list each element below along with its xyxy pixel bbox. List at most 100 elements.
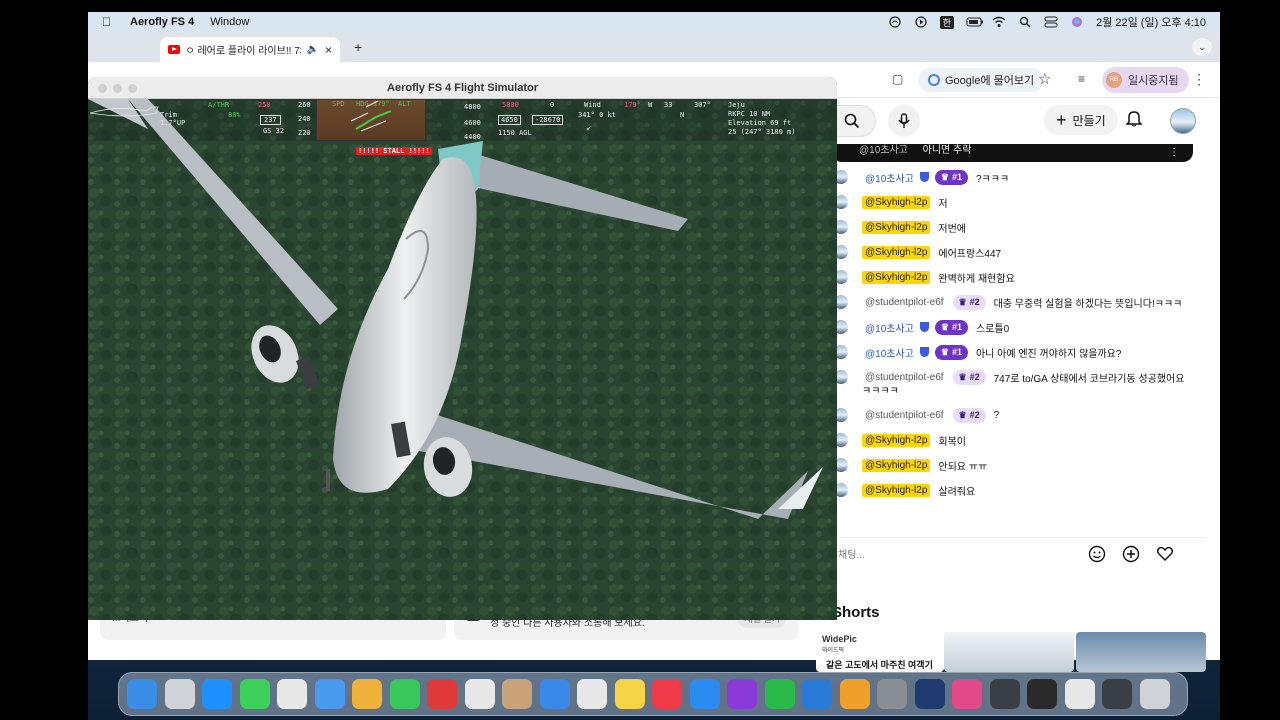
- chat-message[interactable]: @Skyhigh-l2p 완벽하게 재현함요: [832, 266, 1015, 288]
- apple-menu-icon[interactable]: : [102, 15, 122, 29]
- chat-message[interactable]: @studentpilot-e6f ♛ #2 747로 to/GA 상태에서 코브라기…: [832, 366, 1184, 397]
- create-button[interactable]: + 만들기: [1044, 105, 1118, 135]
- battery-icon[interactable]: [966, 16, 984, 28]
- install-app-icon[interactable]: ▢: [892, 72, 903, 86]
- tab-search-dropdown-icon[interactable]: ⌄: [1192, 38, 1212, 56]
- tab-title: ㅇ 레어로 플라이 라이브!! 739: [185, 46, 301, 57]
- chat-username[interactable]: @10초사고: [862, 319, 917, 336]
- alt-tape-mark: 4600: [464, 119, 481, 127]
- launchpad-icon[interactable]: [164, 679, 195, 709]
- siri-icon[interactable]: [1070, 16, 1084, 28]
- contacts-icon[interactable]: [464, 679, 495, 709]
- chat-message[interactable]: @Skyhigh-l2p 회복이: [832, 429, 966, 451]
- tab-youtube-live[interactable]: ㅇ 레어로 플라이 라이브!! 739 🔈 ×: [160, 37, 340, 62]
- maps-icon[interactable]: [502, 679, 532, 709]
- profile-paused-button[interactable]: RB 일시중지됨: [1102, 67, 1189, 93]
- chat-message[interactable]: @studentpilot-e6f ♛ #2?: [832, 404, 999, 426]
- search-icon[interactable]: [1018, 16, 1032, 28]
- zoom-window-button[interactable]: [128, 84, 137, 93]
- account-avatar[interactable]: [1170, 108, 1196, 134]
- aerofly-icon[interactable]: [877, 679, 907, 709]
- short-card[interactable]: WidePic 와이드픽 같은 고도에서 마주친 여객기: [816, 632, 944, 672]
- chat-message[interactable]: @10초사고 ♛ #1 아니 아예 엔진 꺼야하지 않을까요?: [832, 341, 1121, 363]
- chat-message[interactable]: @Skyhigh-l2p 에어프랑스447: [832, 241, 1001, 263]
- window-menu[interactable]: Window: [210, 16, 249, 28]
- chat-message[interactable]: @studentpilot-e6f ♛ #2 대충 무중력 실험을 하겠다는 뜻입니다…: [832, 291, 1182, 313]
- compass-mark: 33: [664, 101, 673, 109]
- new-tab-button[interactable]: +: [354, 39, 362, 55]
- chat-message[interactable]: @Skyhigh-l2p 살려줘요: [832, 479, 975, 501]
- chat-username[interactable]: @studentpilot-e6f: [862, 296, 947, 309]
- calendar-icon[interactable]: [427, 679, 457, 709]
- screenshot-icon[interactable]: [1102, 679, 1132, 709]
- obs-icon[interactable]: [989, 679, 1020, 709]
- bookmark-star-icon[interactable]: ☆: [1038, 70, 1051, 88]
- chat-message[interactable]: @Skyhigh-l2p 안되요 ㅠㅠ: [832, 454, 987, 476]
- aerofly-titlebar[interactable]: Aerofly FS 4 Flight Simulator: [88, 77, 837, 99]
- podcasts-icon[interactable]: [689, 679, 720, 709]
- close-tab-icon[interactable]: ×: [325, 43, 332, 57]
- vpn-icon[interactable]: [952, 679, 982, 709]
- chat-username[interactable]: @Skyhigh-l2p: [862, 220, 931, 234]
- short-card[interactable]: [1076, 632, 1206, 672]
- super-chat-plus-icon[interactable]: [1122, 545, 1140, 563]
- notes-icon[interactable]: [577, 679, 607, 709]
- safari-icon[interactable]: [202, 679, 232, 709]
- play-circle-icon[interactable]: [914, 16, 928, 28]
- chat-message[interactable]: @Skyhigh-l2p 저: [832, 191, 948, 213]
- chat-username[interactable]: @Skyhigh-l2p: [862, 458, 931, 472]
- minimize-window-button[interactable]: [113, 84, 122, 93]
- input-korean-icon[interactable]: 한: [939, 15, 955, 29]
- rank-badge-label: #2: [969, 410, 980, 420]
- chat-username[interactable]: @Skyhigh-l2p: [862, 433, 931, 447]
- photos-icon[interactable]: [352, 679, 382, 709]
- heart-icon[interactable]: [1156, 545, 1174, 563]
- chrome-profile-icon[interactable]: [1027, 679, 1057, 709]
- pages-icon[interactable]: [802, 679, 832, 709]
- app-store-icon[interactable]: [652, 679, 682, 709]
- notifications-bell-icon[interactable]: [1125, 109, 1143, 132]
- chat-username[interactable]: @Skyhigh-l2p: [862, 270, 931, 284]
- facetime-icon[interactable]: [389, 679, 420, 709]
- clock[interactable]: 2월 22일 (일) 오후 4:10: [1096, 14, 1206, 30]
- chat-username[interactable]: @studentpilot-e6f: [862, 409, 947, 422]
- chat-input[interactable]: 채팅...: [838, 546, 865, 561]
- chat-message[interactable]: @10초사고 ♛ #1 ?ㅋㅋㅋ: [832, 166, 1009, 188]
- ask-google-button[interactable]: Google에 물어보기: [918, 68, 1045, 92]
- control-center-icon[interactable]: [1044, 16, 1058, 28]
- chrome-icon[interactable]: [277, 679, 307, 709]
- finder-icon[interactable]: [127, 679, 157, 709]
- app-menu[interactable]: Aerofly FS 4: [130, 16, 194, 28]
- wifi-icon[interactable]: [992, 16, 1006, 28]
- chat-username[interactable]: @Skyhigh-l2p: [862, 245, 931, 259]
- chat-message[interactable]: @10초사고 ♛ #1 스로틀0: [832, 316, 1009, 338]
- emoji-icon[interactable]: [1088, 545, 1106, 563]
- speaker-icon[interactable]: 🔈: [307, 44, 319, 55]
- chat-username[interactable]: @10초사고: [862, 344, 917, 361]
- chat-username[interactable]: @10초사고: [862, 169, 917, 186]
- video-icon[interactable]: [914, 679, 945, 709]
- flight-sim-view[interactable]: Trim 1.7°UP A/THR 88% 237 GS 32 250 260 …: [88, 99, 837, 620]
- voice-search-button[interactable]: [888, 105, 920, 137]
- chat-message[interactable]: @Skyhigh-l2p 저번에: [832, 216, 966, 238]
- keynote-icon[interactable]: [764, 679, 795, 709]
- close-window-button[interactable]: [98, 84, 107, 93]
- speed-tape-mark: 240: [298, 115, 311, 123]
- chat-username[interactable]: @Skyhigh-l2p: [862, 483, 931, 497]
- downloads-icon[interactable]: [1064, 679, 1095, 709]
- reading-mode-icon[interactable]: ≡: [1078, 72, 1085, 86]
- settings-icon[interactable]: [839, 679, 870, 709]
- short-card[interactable]: [944, 632, 1074, 672]
- trash-icon[interactable]: [1139, 679, 1170, 709]
- rank-badge-label: #2: [969, 297, 980, 307]
- mail-icon[interactable]: [314, 679, 345, 709]
- pinned-message[interactable]: @10초사고 아니면 추락 ⋮: [832, 144, 1193, 162]
- reminders-icon[interactable]: [539, 679, 570, 709]
- chat-username[interactable]: @Skyhigh-l2p: [862, 195, 931, 209]
- cloud-icon[interactable]: [888, 16, 902, 28]
- music-icon[interactable]: [614, 679, 645, 709]
- browser-menu-icon[interactable]: ⋮: [1192, 71, 1206, 88]
- numbers-icon[interactable]: [727, 679, 757, 709]
- pinned-menu-icon[interactable]: ⋮: [1169, 146, 1179, 160]
- messages-icon[interactable]: [239, 679, 270, 709]
